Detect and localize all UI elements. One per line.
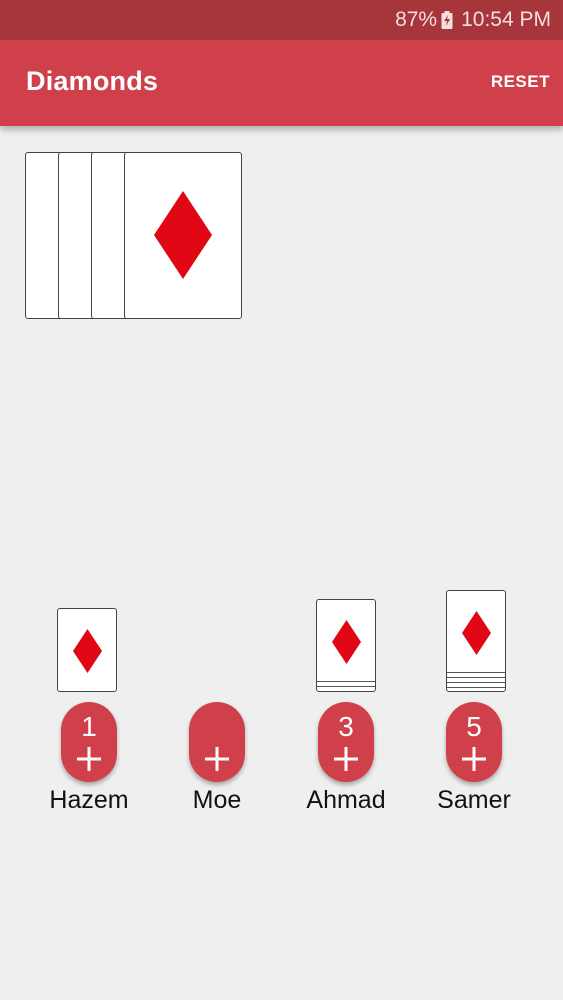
pile-card (316, 599, 376, 692)
card-count: 3 (338, 711, 354, 742)
diamond-icon (154, 191, 212, 279)
stack-edge (447, 672, 505, 673)
card-count: 5 (466, 711, 482, 742)
diamond-icon (462, 611, 491, 655)
add-card-button-ahmad[interactable]: 3 (318, 702, 374, 782)
deck-top-card[interactable] (124, 152, 242, 319)
clock: 10:54 PM (461, 8, 551, 31)
stack-edge (317, 681, 375, 682)
plus-icon (334, 747, 358, 771)
player-name-samer: Samer (437, 786, 511, 814)
player-name-hazem: Hazem (49, 786, 129, 814)
plus-icon (462, 747, 486, 771)
battery-percent: 87% (395, 8, 438, 31)
stack-edge (447, 677, 505, 678)
player-name-moe: Moe (192, 786, 242, 814)
add-card-button-samer[interactable]: 5 (446, 702, 502, 782)
diamond-icon (73, 629, 102, 673)
add-card-button-moe[interactable] (189, 702, 245, 782)
reset-button[interactable]: RESET (491, 72, 550, 92)
page-title: Diamonds (26, 66, 159, 96)
card-count: 1 (81, 711, 97, 742)
plus-icon (77, 747, 101, 771)
plus-icon (205, 747, 229, 771)
stack-edge (317, 686, 375, 687)
player-pile-hazem (57, 608, 117, 692)
add-card-button-hazem[interactable]: 1 (61, 702, 117, 782)
diamond-icon (332, 620, 361, 664)
app-bar: Diamonds RESET (0, 40, 563, 126)
stack-edge (447, 687, 505, 688)
stack-edge (447, 682, 505, 683)
player-name-ahmad: Ahmad (306, 786, 386, 814)
battery-charging-icon (441, 11, 453, 29)
status-bar: 87% 10:54 PM (0, 0, 563, 40)
